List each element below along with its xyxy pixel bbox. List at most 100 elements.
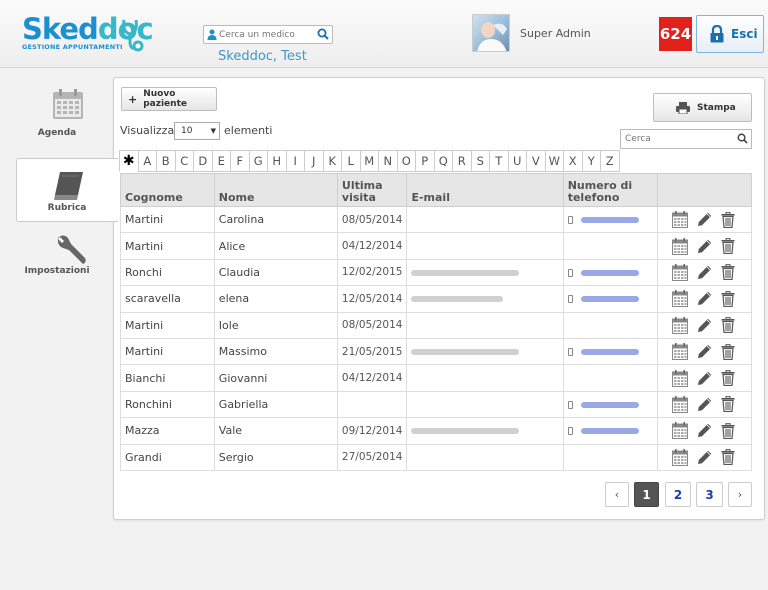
pagination-page-3[interactable]: 3 (696, 482, 723, 507)
pagination-prev[interactable]: ‹ (605, 482, 629, 507)
pencil-icon[interactable] (697, 212, 712, 227)
logout-button[interactable]: Esci (696, 15, 764, 53)
pencil-icon[interactable] (697, 318, 712, 333)
trash-icon[interactable] (721, 396, 735, 413)
trash-icon[interactable] (721, 211, 735, 228)
sidebar-item-rubrica[interactable]: Rubrica (16, 158, 118, 222)
table-row[interactable]: Ronchi Claudia 12/02/2015 (120, 258, 753, 287)
letter-filter-l[interactable]: L (341, 150, 361, 172)
calendar-icon[interactable] (671, 448, 688, 466)
calendar-icon[interactable] (671, 290, 688, 308)
letter-filter-i[interactable]: I (285, 150, 305, 172)
col-header-phone[interactable]: Numero di telefono (562, 173, 658, 207)
letter-filter-f[interactable]: F (230, 150, 250, 172)
phone-redacted-link[interactable] (580, 349, 639, 356)
letter-filter-n[interactable]: N (378, 150, 398, 172)
letter-filter-j[interactable]: J (304, 150, 324, 172)
skeddoc-logo[interactable]: Skeddoc GESTIONE APPUNTAMENTI (22, 14, 154, 60)
letter-filter-d[interactable]: D (193, 150, 213, 172)
letter-filter-v[interactable]: V (526, 150, 546, 172)
pencil-icon[interactable] (697, 423, 712, 438)
letter-filter-b[interactable]: B (156, 150, 176, 172)
table-row[interactable]: Martini Massimo 21/05/2015 (120, 337, 753, 366)
pencil-icon[interactable] (697, 291, 712, 306)
calendar-icon[interactable] (671, 343, 688, 361)
user-avatar[interactable] (472, 14, 510, 52)
letter-filter-h[interactable]: H (267, 150, 287, 172)
col-header-surname[interactable]: Cognome (120, 173, 215, 207)
col-header-email[interactable]: E-mail (406, 173, 564, 207)
calendar-icon[interactable] (671, 395, 688, 413)
table-row[interactable]: Bianchi Giovanni 04/12/2014 (120, 364, 753, 392)
letter-filter-k[interactable]: K (322, 150, 342, 172)
table-row[interactable]: Mazza Vale 09/12/2014 (120, 417, 753, 445)
letter-filter-x[interactable]: X (563, 150, 583, 172)
letter-filter-y[interactable]: Y (581, 150, 601, 172)
calendar-icon[interactable] (671, 422, 688, 440)
phone-redacted-link[interactable] (580, 217, 639, 224)
pagination-next[interactable]: › (728, 482, 752, 507)
trash-icon[interactable] (721, 422, 735, 439)
pagination-page-1[interactable]: 1 (634, 482, 659, 507)
sidebar-item-impostazioni[interactable]: Impostazioni (0, 232, 114, 298)
phone-redacted-link[interactable] (580, 296, 639, 303)
doctor-search-input[interactable] (219, 27, 314, 42)
trash-icon[interactable] (721, 264, 735, 281)
letter-filter-u[interactable]: U (507, 150, 527, 172)
calendar-icon[interactable] (671, 263, 688, 281)
calendar-icon[interactable] (671, 237, 688, 255)
phone-redacted-link[interactable] (580, 401, 639, 408)
sidebar-item-agenda[interactable]: Agenda (0, 86, 114, 152)
col-header-last-visit[interactable]: Ultima visita (336, 173, 408, 207)
table-row[interactable]: Ronchini Gabriella (120, 390, 753, 419)
new-patient-button[interactable]: + Nuovo paziente (121, 87, 217, 111)
table-row[interactable]: Martini Carolina 08/05/2014 (120, 205, 753, 234)
doctor-search-box[interactable] (203, 25, 333, 44)
letter-filter-z[interactable]: Z (600, 150, 620, 172)
phone-redacted-link[interactable] (580, 269, 639, 276)
pencil-icon[interactable] (697, 344, 712, 359)
letter-filter-q[interactable]: Q (433, 150, 453, 172)
trash-icon[interactable] (721, 343, 735, 360)
table-row[interactable]: Martini Iole 08/05/2014 (120, 311, 753, 339)
table-row[interactable]: scaravella elena 12/05/2014 (120, 285, 753, 313)
letter-filter-s[interactable]: S (470, 150, 490, 172)
letter-filter-e[interactable]: E (211, 150, 231, 172)
letter-filter-m[interactable]: M (359, 150, 379, 172)
trash-icon[interactable] (721, 290, 735, 307)
table-row[interactable]: Martini Alice 04/12/2014 (120, 232, 753, 260)
letter-filter-o[interactable]: O (396, 150, 416, 172)
notification-badge[interactable]: 624 (659, 17, 692, 51)
letter-filter-all[interactable]: ✱ (119, 150, 139, 172)
table-search-input[interactable] (625, 132, 733, 146)
trash-icon[interactable] (721, 449, 735, 466)
user-name[interactable]: Super Admin (520, 27, 591, 40)
calendar-icon[interactable] (671, 316, 688, 334)
pencil-icon[interactable] (697, 371, 712, 386)
pencil-icon[interactable] (697, 265, 712, 280)
letter-filter-w[interactable]: W (544, 150, 564, 172)
phone-redacted-link[interactable] (580, 428, 639, 435)
pencil-icon[interactable] (697, 239, 712, 254)
search-icon[interactable] (317, 28, 329, 40)
col-header-name[interactable]: Nome (213, 173, 338, 207)
pencil-icon[interactable] (697, 397, 712, 412)
calendar-icon[interactable] (671, 211, 688, 229)
pagination-page-2[interactable]: 2 (665, 482, 691, 507)
letter-filter-c[interactable]: C (174, 150, 194, 172)
calendar-icon[interactable] (671, 369, 688, 387)
letter-filter-t[interactable]: T (489, 150, 509, 172)
search-icon[interactable] (737, 133, 748, 144)
trash-icon[interactable] (721, 370, 735, 387)
table-search-box[interactable] (620, 129, 752, 149)
table-row[interactable]: Grandi Sergio 27/05/2014 (120, 443, 753, 471)
letter-filter-r[interactable]: R (452, 150, 472, 172)
trash-icon[interactable] (721, 317, 735, 334)
page-size-select[interactable]: 10 ▼ (174, 122, 220, 140)
letter-filter-p[interactable]: P (415, 150, 435, 172)
letter-filter-a[interactable]: A (137, 150, 157, 172)
trash-icon[interactable] (721, 238, 735, 255)
pencil-icon[interactable] (697, 450, 712, 465)
letter-filter-g[interactable]: G (248, 150, 268, 172)
print-button[interactable]: Stampa (653, 93, 752, 122)
